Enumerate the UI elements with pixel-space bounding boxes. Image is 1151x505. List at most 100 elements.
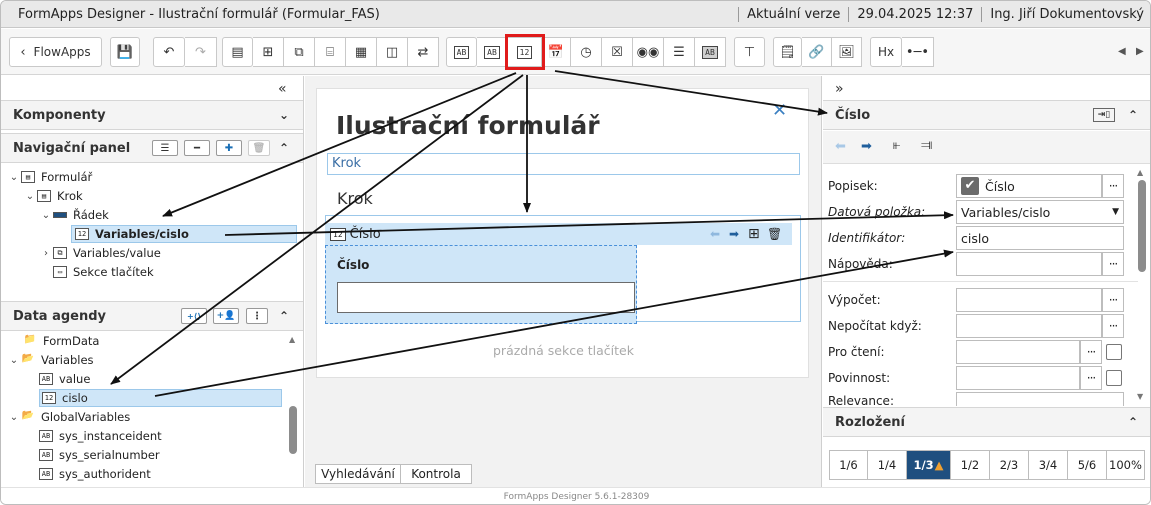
number-field-preview-input[interactable] xyxy=(337,282,635,313)
chevron-up-icon[interactable]: ⌃ xyxy=(279,141,289,155)
add-field-icon[interactable]: ⊞ xyxy=(748,226,760,242)
chevron-down-icon[interactable]: ⌄ xyxy=(7,172,21,183)
collapse-all-button[interactable]: ━ xyxy=(184,140,210,156)
align-left-icon[interactable]: ⫦ xyxy=(893,138,900,153)
chevron-down-icon[interactable]: ⌄ xyxy=(7,412,21,423)
close-icon[interactable]: ✕ xyxy=(772,100,787,121)
delete-node-button[interactable]: 🗑 xyxy=(248,140,270,156)
data-item-globalvariables[interactable]: ⌄ 📂 GlobalVariables xyxy=(7,408,130,426)
step-tab[interactable]: Krok xyxy=(327,153,800,175)
tab-check[interactable]: Kontrola xyxy=(400,464,472,484)
add-text-area-button[interactable]: AB xyxy=(477,37,508,67)
prop-calc-input[interactable] xyxy=(956,288,1102,312)
add-note-button[interactable]: 🗒 xyxy=(773,37,802,67)
add-step-button[interactable]: ▤ xyxy=(222,37,253,67)
chevron-down-icon[interactable]: ⌄ xyxy=(7,355,21,366)
add-number-field-button[interactable]: 12 xyxy=(505,34,545,70)
move-left-icon[interactable]: ⬅ xyxy=(710,227,720,241)
tree-item-form[interactable]: ⌄ ▤ Formulář xyxy=(7,168,92,186)
prop-label-input[interactable]: ✔ Číslo xyxy=(956,174,1102,198)
data-item-sys-authorident[interactable]: AB sys_authorident xyxy=(39,465,151,483)
tab-search[interactable]: Vyhledávání xyxy=(315,464,401,484)
data-item-sys-serialnumber[interactable]: AB sys_serialnumber xyxy=(39,446,160,464)
prop-readonly-more-button[interactable]: ··· xyxy=(1080,340,1102,364)
prop-help-input[interactable] xyxy=(956,252,1102,276)
add-user-variable-button[interactable]: +👤 xyxy=(213,308,239,324)
data-item-sys-instanceident[interactable]: AB sys_instanceident xyxy=(39,427,162,445)
data-item-variables[interactable]: ⌄ 📂 Variables xyxy=(7,351,94,369)
prop-required-input[interactable] xyxy=(956,366,1080,390)
number-field-header[interactable]: 12 Číslo ⬅ ➡ ⊞ 🗑 xyxy=(325,223,792,245)
prop-calc-more-button[interactable]: ··· xyxy=(1102,288,1124,312)
add-time-field-button[interactable]: ◷ xyxy=(571,37,602,67)
add-divider-button[interactable]: •─• xyxy=(902,37,934,67)
add-radio-button[interactable]: ◉◉ xyxy=(633,37,664,67)
add-heading-button[interactable]: Hx xyxy=(870,37,902,67)
add-date-field-button[interactable]: 📅 xyxy=(542,37,571,67)
checkbox-checked-icon[interactable]: ✔ xyxy=(961,177,979,195)
add-stamp-button[interactable]: ⊤ xyxy=(734,37,765,67)
data-item-value[interactable]: AB value xyxy=(39,370,90,388)
add-node-button[interactable]: ✚ xyxy=(216,140,242,156)
tree-item-step[interactable]: ⌄ ▤ Krok xyxy=(23,187,83,205)
data-agenda-scrollbar[interactable] xyxy=(289,406,297,454)
layout-option-1-2[interactable]: 1/2 xyxy=(951,450,990,480)
add-table-button[interactable]: ▦ xyxy=(346,37,377,67)
scroll-right-icon[interactable]: ▶ xyxy=(1136,46,1144,57)
data-item-cislo[interactable]: 12 cislo xyxy=(39,389,282,407)
add-image-button[interactable]: 🖼 xyxy=(832,37,862,67)
add-group-button[interactable]: ⌸ xyxy=(315,37,346,67)
components-header[interactable]: Komponenty ⌄ xyxy=(1,100,303,130)
data-item-formdata[interactable]: 📁 FormData xyxy=(23,332,99,350)
prop-data-item-select[interactable]: Variables/cislo ▼ xyxy=(956,200,1124,224)
collapse-left-icon[interactable]: « xyxy=(278,81,287,97)
layout-option-1-4[interactable]: 1/4 xyxy=(868,450,907,480)
dock-icon[interactable]: ⇥▯ xyxy=(1093,108,1115,122)
layout-option-1-3[interactable]: 1/3 ▲ xyxy=(907,450,951,480)
trash-icon[interactable]: 🗑 xyxy=(767,227,782,241)
chevron-down-icon[interactable]: ⌄ xyxy=(39,210,53,221)
more-options-button[interactable]: ⋮ xyxy=(246,308,268,324)
layout-option-1-6[interactable]: 1/6 xyxy=(829,450,868,480)
properties-scrollbar[interactable] xyxy=(1138,180,1146,272)
scroll-up-icon[interactable]: ▲ xyxy=(289,335,295,344)
add-repeat-button[interactable]: ⇄ xyxy=(408,37,439,67)
layout-option-2-3[interactable]: 2/3 xyxy=(990,450,1029,480)
prop-nocalc-input[interactable] xyxy=(956,314,1102,338)
add-row-button[interactable]: ⊞ xyxy=(253,37,284,67)
chevron-up-icon[interactable]: ⌃ xyxy=(1128,415,1138,429)
layout-option-3-4[interactable]: 3/4 xyxy=(1029,450,1068,480)
arrow-right-icon[interactable]: ➡ xyxy=(861,139,872,154)
chevron-down-icon[interactable]: ⌄ xyxy=(23,191,37,202)
prop-readonly-checkbox[interactable] xyxy=(1106,344,1122,360)
add-columns-button[interactable]: ◫ xyxy=(377,37,408,67)
add-variable-button[interactable]: +⟨⟩ xyxy=(181,308,207,324)
prop-help-more-button[interactable]: ··· xyxy=(1102,252,1124,276)
flowapps-back-button[interactable]: ‹ FlowApps xyxy=(9,37,102,67)
layout-option-100[interactable]: 100% xyxy=(1107,450,1145,480)
collapse-right-icon[interactable]: » xyxy=(835,81,844,97)
undo-button[interactable]: ↶ xyxy=(153,37,185,67)
scroll-up-icon[interactable]: ▲ xyxy=(1137,168,1143,177)
prop-identifier-input[interactable]: cislo xyxy=(956,226,1124,250)
prop-readonly-input[interactable] xyxy=(956,340,1080,364)
prop-nocalc-more-button[interactable]: ··· xyxy=(1102,314,1124,338)
move-right-icon[interactable]: ➡ xyxy=(729,227,739,241)
add-readonly-text-button[interactable]: AB xyxy=(695,37,726,67)
prop-relevance-input[interactable] xyxy=(956,392,1124,406)
add-link-button[interactable]: 🔗 xyxy=(802,37,832,67)
tree-item-variables-cislo[interactable]: 12 Variables/cislo xyxy=(71,225,297,243)
add-text-field-button[interactable]: AB xyxy=(446,37,477,67)
chevron-up-icon[interactable]: ⌃ xyxy=(279,309,289,323)
layout-option-5-6[interactable]: 5/6 xyxy=(1068,450,1107,480)
add-checkbox-button[interactable]: ☒ xyxy=(602,37,633,67)
chevron-up-icon[interactable]: ⌃ xyxy=(1128,108,1138,122)
prop-label-more-button[interactable]: ··· xyxy=(1102,174,1124,198)
align-right-icon[interactable]: ⫥ xyxy=(921,138,932,153)
tree-item-row[interactable]: ⌄ Řádek xyxy=(39,206,109,224)
prop-required-checkbox[interactable] xyxy=(1106,370,1122,386)
expand-all-button[interactable]: ☰ xyxy=(152,140,178,156)
save-button[interactable]: 💾 xyxy=(110,37,140,67)
scroll-down-icon[interactable]: ▼ xyxy=(1137,392,1143,401)
add-section-button[interactable]: ⧉ xyxy=(284,37,315,67)
